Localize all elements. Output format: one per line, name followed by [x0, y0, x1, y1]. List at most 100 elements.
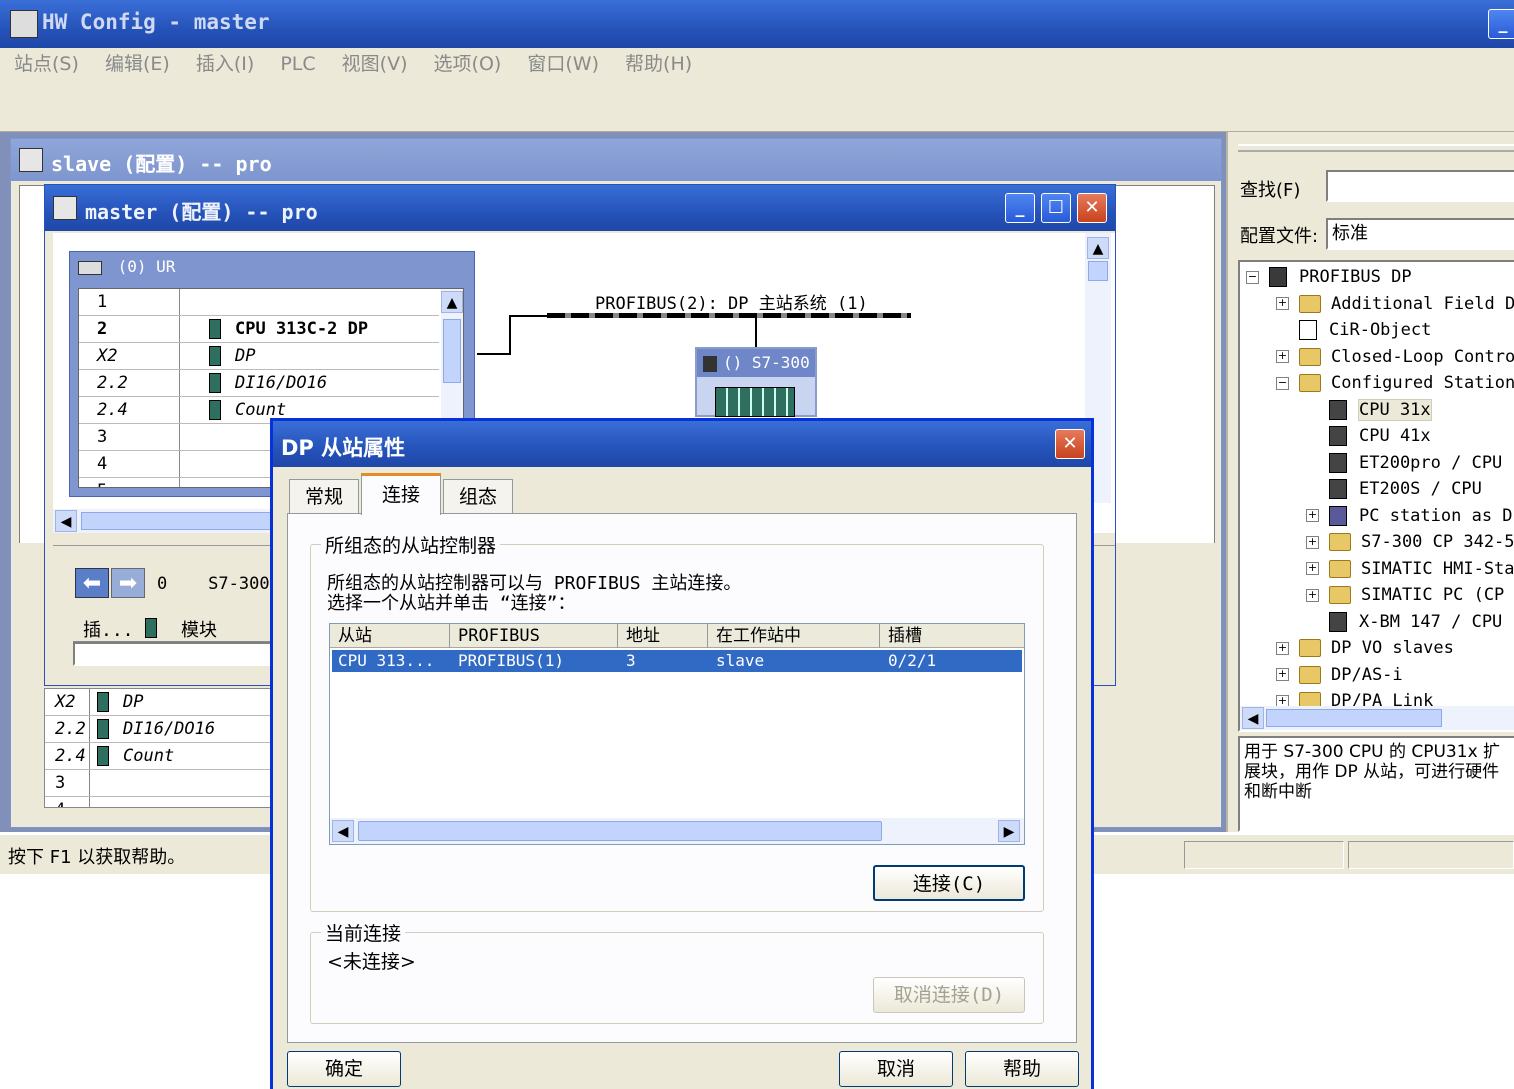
- table-row[interactable]: CPU 313... PROFIBUS(1) 3 slave 0/2/1: [332, 650, 1022, 672]
- tree-item[interactable]: CPU 31x: [1306, 397, 1432, 423]
- tab-configuration[interactable]: 组态: [443, 479, 513, 513]
- module-icon: [209, 319, 221, 339]
- col-slave[interactable]: 从站: [330, 624, 450, 648]
- tree-item[interactable]: + SIMATIC PC (CP 56: [1306, 582, 1514, 608]
- tree-item[interactable]: + SIMATIC HMI-Stati: [1306, 556, 1514, 582]
- scroll-up-icon[interactable]: ▲: [441, 291, 463, 313]
- tree-item[interactable]: + Closed-Loop Controll: [1276, 344, 1514, 370]
- table-row[interactable]: 2.2 DI16/DO16: [45, 716, 283, 743]
- find-input[interactable]: [1326, 170, 1514, 202]
- rack-row[interactable]: 1: [79, 289, 439, 316]
- detail-col-module[interactable]: 模块: [181, 616, 217, 642]
- menu-insert[interactable]: 插入(I): [196, 53, 254, 75]
- tree-item[interactable]: + Additional Field Dev: [1276, 291, 1514, 317]
- tab-panel: 所组态的从站控制器 所组态的从站控制器可以与 PROFIBUS 主站连接。 选择…: [287, 513, 1077, 1043]
- tree-item-label: CiR-Object: [1329, 320, 1432, 340]
- connect-button[interactable]: 连接(C): [873, 865, 1025, 901]
- dialog-title-bar[interactable]: DP 从站属性 ✕: [273, 421, 1091, 467]
- rack-title-bar[interactable]: (0) UR: [70, 252, 474, 282]
- tab-connection[interactable]: 连接: [361, 473, 441, 515]
- master-title-bar[interactable]: master (配置) -- pro _ ☐ ✕: [45, 185, 1115, 231]
- module-icon: [209, 373, 221, 393]
- tree-item[interactable]: − Configured Stations: [1276, 370, 1514, 396]
- expand-icon[interactable]: +: [1276, 668, 1289, 681]
- expand-icon[interactable]: +: [1306, 588, 1319, 602]
- table-row[interactable]: X2 DP: [45, 689, 283, 716]
- profibus-label: PROFIBUS(2): DP 主站系统 (1): [595, 294, 868, 314]
- tree-item[interactable]: + PC station as DP: [1306, 503, 1514, 529]
- col-in-station[interactable]: 在工作站中: [708, 624, 880, 648]
- main-minimize-button[interactable]: _: [1488, 9, 1514, 39]
- expand-icon[interactable]: +: [1276, 297, 1289, 310]
- tree-item-label: SIMATIC HMI-Stati: [1361, 558, 1514, 579]
- nav-back-button[interactable]: ⬅: [75, 568, 109, 598]
- expand-icon[interactable]: +: [1306, 562, 1319, 575]
- scroll-left-icon[interactable]: ◀: [1242, 707, 1264, 729]
- table-row[interactable]: 3: [45, 770, 283, 797]
- scroll-left-icon[interactable]: ◀: [55, 510, 77, 532]
- slave-title-bar[interactable]: slave (配置) -- pro: [11, 139, 1221, 181]
- master-maximize-button[interactable]: ☐: [1041, 193, 1071, 223]
- expand-icon[interactable]: +: [1306, 535, 1319, 549]
- tree-item[interactable]: ET200S / CPU: [1306, 476, 1482, 502]
- expand-icon[interactable]: +: [1276, 641, 1289, 655]
- tree-item-label: PROFIBUS DP: [1299, 267, 1412, 287]
- help-button[interactable]: 帮助: [965, 1051, 1079, 1087]
- station-box[interactable]: () S7-300: [695, 347, 817, 417]
- menu-plc[interactable]: PLC: [280, 53, 315, 75]
- dialog-close-button[interactable]: ✕: [1055, 429, 1085, 459]
- disconnect-button[interactable]: 取消连接(D): [873, 977, 1025, 1013]
- rack-row[interactable]: X2 DP: [79, 343, 439, 370]
- group-configured-slaves: 所组态的从站控制器 所组态的从站控制器可以与 PROFIBUS 主站连接。 选择…: [310, 531, 1044, 912]
- tree-item[interactable]: + S7-300 CP 342-5 I: [1306, 529, 1514, 555]
- tree-item[interactable]: + DP VO slaves: [1276, 635, 1454, 661]
- table-hscrollbar[interactable]: ◀ ▶: [330, 818, 1024, 844]
- tree-item-label: DP VO slaves: [1331, 638, 1454, 658]
- collapse-icon[interactable]: −: [1246, 270, 1259, 284]
- scroll-thumb[interactable]: [358, 821, 882, 841]
- expand-icon[interactable]: +: [1306, 509, 1319, 522]
- profibus-line[interactable]: [547, 313, 911, 318]
- tree-hscrollbar[interactable]: ◀: [1240, 706, 1514, 730]
- dp-slave-dialog[interactable]: DP 从站属性 ✕ 常规 连接 组态 所组态的从站控制器 所组态的从站控制器可以…: [270, 418, 1094, 1089]
- menu-view[interactable]: 视图(V): [342, 53, 408, 75]
- tree-item-label: Closed-Loop Controll: [1331, 346, 1514, 367]
- col-address[interactable]: 地址: [618, 624, 708, 648]
- col-slot[interactable]: 插槽: [880, 624, 1024, 648]
- scroll-left-icon[interactable]: ◀: [332, 820, 354, 842]
- tree-item-label: PC station as DP: [1359, 505, 1514, 526]
- menu-options[interactable]: 选项(O): [434, 53, 502, 75]
- tree-item[interactable]: CiR-Object: [1276, 317, 1431, 343]
- catalog-grip[interactable]: [1238, 144, 1514, 152]
- tree-item[interactable]: CPU 41x: [1306, 423, 1431, 449]
- rack-connection-line: [477, 353, 511, 355]
- table-row[interactable]: 4: [45, 797, 283, 807]
- ok-button[interactable]: 确定: [287, 1051, 401, 1087]
- rack-row[interactable]: 2 CPU 313C-2 DP: [79, 316, 439, 343]
- profile-select[interactable]: 标准: [1326, 218, 1514, 250]
- col-profibus[interactable]: PROFIBUS: [450, 624, 618, 648]
- menu-station[interactable]: 站点(S): [14, 53, 79, 75]
- rack-row[interactable]: 2.2 DI16/DO16: [79, 370, 439, 397]
- status-text: 按下 F1 以获取帮助。: [8, 847, 186, 868]
- scroll-up-icon[interactable]: ▲: [1087, 237, 1109, 259]
- collapse-icon[interactable]: −: [1276, 376, 1289, 390]
- menu-window[interactable]: 窗口(W): [527, 53, 599, 75]
- tree-item[interactable]: + DP/AS-i: [1276, 662, 1403, 688]
- group-current-connection: 当前连接 <未连接> 取消连接(D): [310, 919, 1044, 1024]
- master-close-button[interactable]: ✕: [1077, 193, 1107, 223]
- tree-item[interactable]: ET200pro / CPU: [1306, 450, 1502, 476]
- nav-forward-button[interactable]: ➡: [111, 568, 145, 598]
- tree-item[interactable]: X-BM 147 / CPU: [1306, 609, 1502, 635]
- expand-icon[interactable]: +: [1276, 350, 1289, 363]
- main-title-bar[interactable]: HW Config - master _: [0, 0, 1514, 48]
- table-row[interactable]: 2.4 Count: [45, 743, 283, 770]
- menu-edit[interactable]: 编辑(E): [105, 53, 170, 75]
- cancel-button[interactable]: 取消: [839, 1051, 953, 1087]
- tree-item[interactable]: − PROFIBUS DP: [1246, 264, 1412, 290]
- detail-col-slot[interactable]: 插...: [83, 616, 134, 642]
- tab-general[interactable]: 常规: [289, 479, 359, 513]
- master-minimize-button[interactable]: _: [1005, 193, 1035, 223]
- menu-help[interactable]: 帮助(H): [625, 53, 692, 75]
- scroll-right-icon[interactable]: ▶: [998, 820, 1020, 842]
